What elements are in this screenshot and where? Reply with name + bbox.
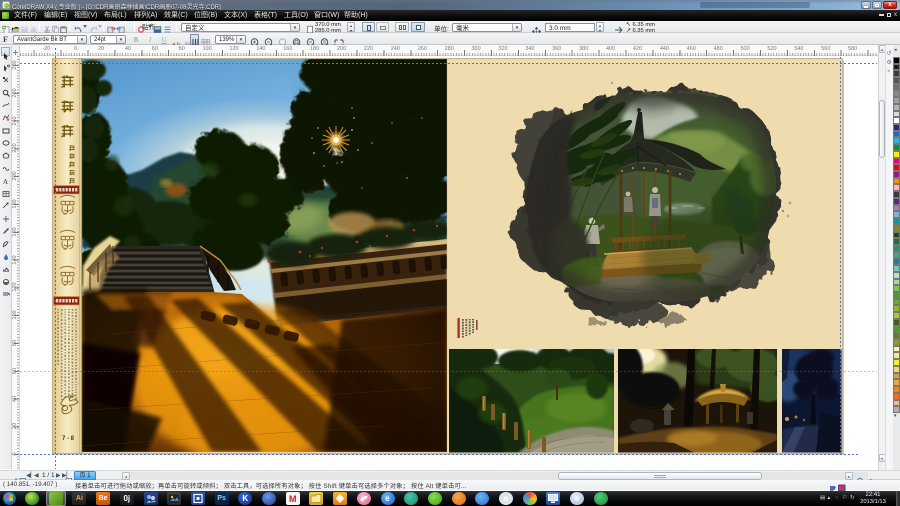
svg-text:7 - 8: 7 - 8 bbox=[62, 436, 75, 442]
